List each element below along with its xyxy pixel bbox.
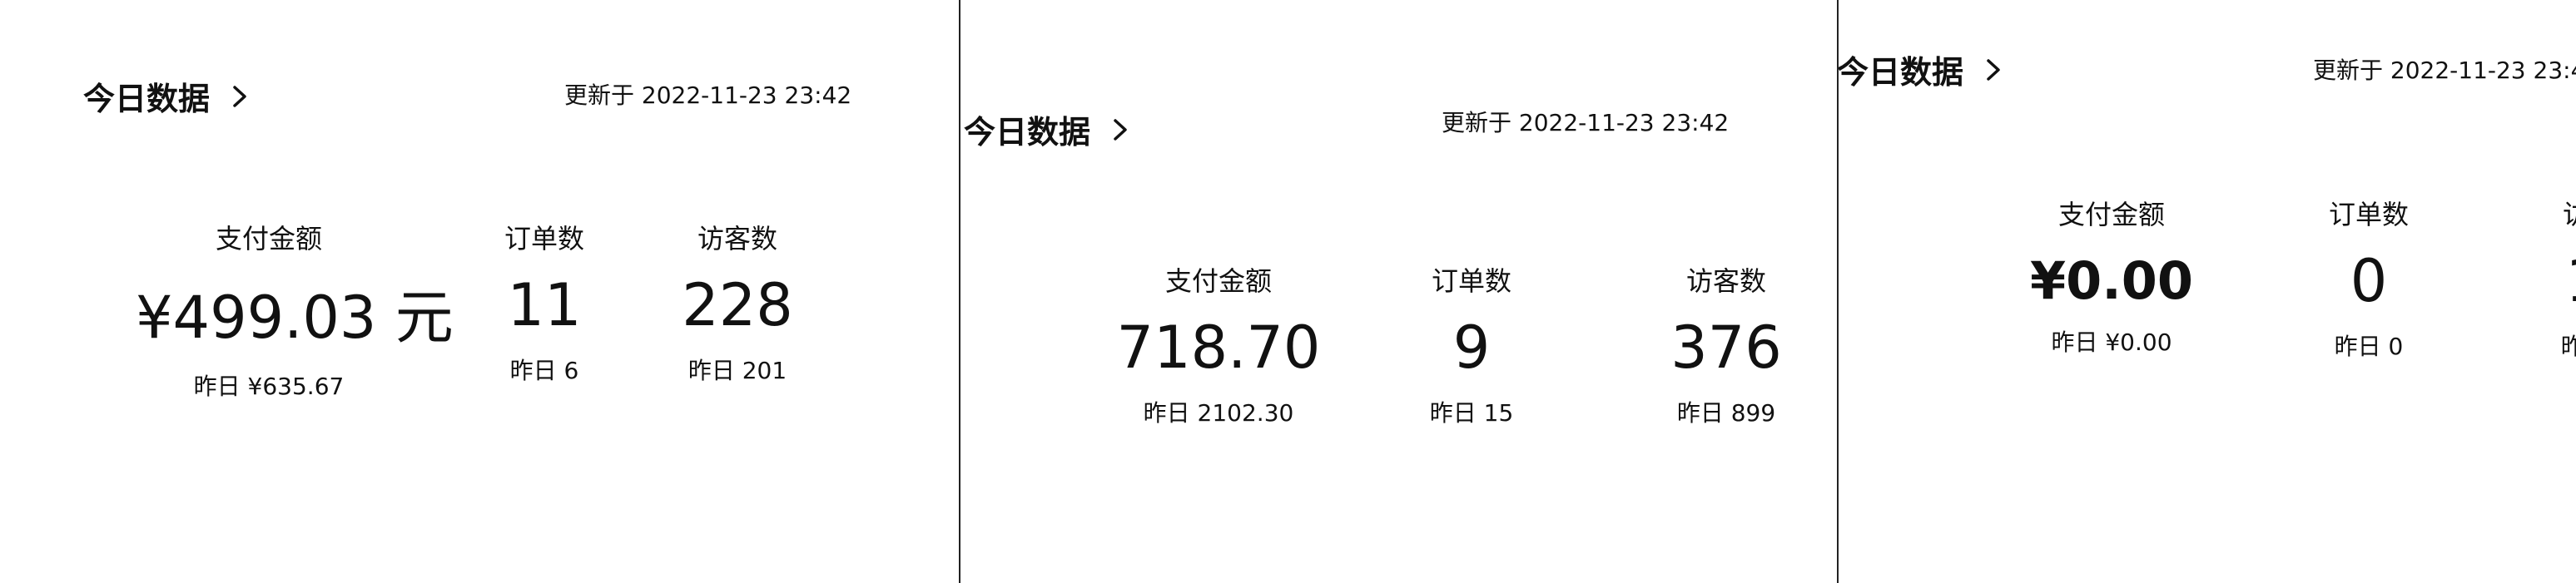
metric-value: 0 (2350, 247, 2388, 315)
metric-order-count: 订单数 0 昨日 0 (2236, 194, 2502, 362)
updated-timestamp: 更新于 2022-11-23 23:42 (564, 82, 852, 109)
panel-divider (1837, 0, 1839, 583)
chevron-right-icon (1107, 116, 1134, 143)
updated-timestamp: 更新于 2022-11-23 23:42 (2313, 57, 2576, 84)
panel-title: 今日数据 (1837, 54, 1964, 91)
metric-label: 支付金额 (215, 223, 322, 254)
metric-label: 支付金额 (1164, 265, 1272, 297)
metric-yesterday: 昨日 15 (1429, 399, 1514, 427)
metric-visitor-count: 访客数 376 昨日 899 (1593, 260, 1837, 428)
metric-payment-amount: 支付金额 ¥0.00 昨日 ¥0.00 (1978, 194, 2245, 358)
metric-value: 16 (2469, 247, 2576, 315)
today-data-link[interactable]: 今日数据 (964, 106, 1134, 152)
panel-divider (959, 0, 960, 583)
metric-yesterday: 昨日 ¥635.67 (193, 373, 345, 400)
metric-value: 718.70 (1116, 314, 1321, 382)
metric-order-count: 订单数 9 昨日 15 (1338, 260, 1605, 428)
metric-value: 9 (1452, 314, 1491, 382)
metric-value: 376 (1670, 314, 1782, 382)
metric-label: 订单数 (2328, 199, 2409, 230)
chevron-right-icon (226, 83, 253, 110)
metric-visitor-count: 访客数 228 昨日 201 (604, 218, 871, 386)
panel-title: 今日数据 (83, 81, 211, 117)
metric-label: 订单数 (1431, 265, 1511, 297)
today-data-panel: 今日数据 更新于 2022-11-23 23:42 支付金额 ¥499.03 元… (0, 0, 959, 583)
metric-visitor-count: 访客数 16 昨日 12 (2469, 194, 2576, 362)
metric-yesterday: 昨日 0 (2334, 333, 2404, 360)
metric-label: 访客数 (1685, 265, 1766, 297)
metric-yesterday: 昨日 12 (2560, 333, 2576, 360)
metric-value: ¥499.03 元 (136, 284, 454, 352)
chevron-right-icon (1980, 57, 2007, 83)
metric-yesterday: 昨日 899 (1676, 399, 1776, 427)
metric-label: 访客数 (697, 223, 777, 254)
metric-payment-amount: 支付金额 718.70 昨日 2102.30 (1085, 260, 1352, 428)
updated-timestamp: 更新于 2022-11-23 23:42 (1442, 109, 1730, 136)
metric-yesterday: 昨日 201 (687, 357, 787, 384)
metric-payment-amount: 支付金额 ¥499.03 元 昨日 ¥635.67 (136, 218, 454, 402)
today-data-link[interactable]: 今日数据 (83, 73, 253, 119)
today-data-panel: 今日数据 更新于 2022-11-23 23:42 支付金额 ¥0.00 昨日 … (1837, 0, 2576, 583)
metric-value: 228 (682, 271, 793, 339)
today-data-link[interactable]: 今日数据 (1837, 47, 2007, 92)
metric-label: 访客数 (2562, 199, 2576, 230)
metric-label: 支付金额 (2057, 199, 2165, 230)
metric-yesterday: 昨日 2102.30 (1143, 399, 1294, 427)
metric-yesterday: 昨日 ¥0.00 (2051, 329, 2172, 356)
today-data-panel: 今日数据 更新于 2022-11-23 23:42 支付金额 718.70 昨日… (959, 0, 1837, 583)
panel-title: 今日数据 (964, 114, 1091, 151)
metric-value: ¥0.00 (2029, 250, 2194, 311)
